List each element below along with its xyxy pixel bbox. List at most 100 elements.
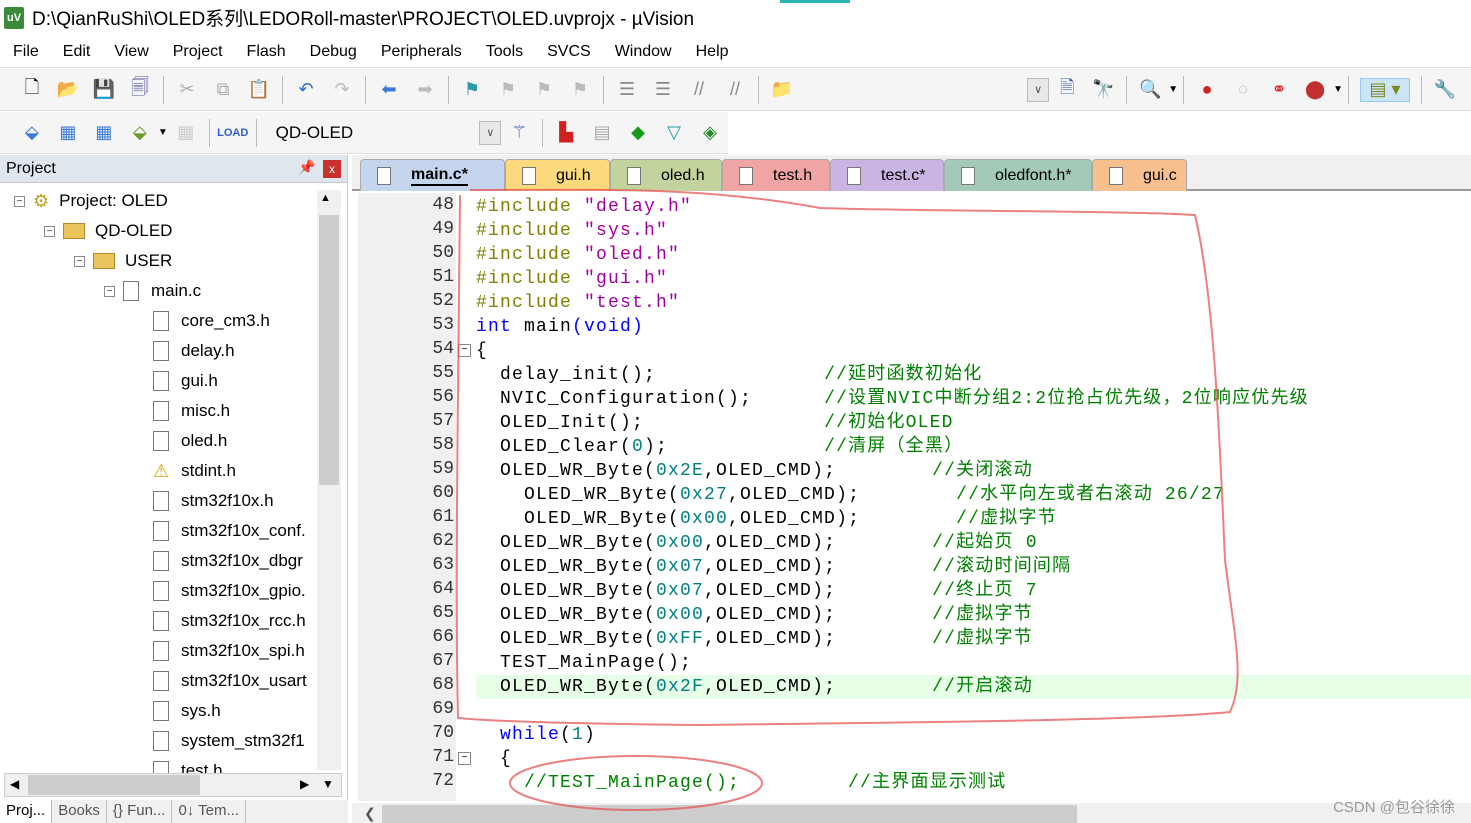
rebuild-icon[interactable]: ▦ xyxy=(92,121,116,145)
menu-edit[interactable]: Edit xyxy=(50,43,102,61)
tree-item[interactable]: gui.h xyxy=(153,366,218,396)
disable-all-breakpoints-icon[interactable]: ⚭ xyxy=(1267,78,1291,102)
bookmark-icon[interactable]: ⚑ xyxy=(460,78,484,102)
tree-item[interactable]: core_cm3.h xyxy=(153,306,270,336)
unindent-icon[interactable]: ☰ xyxy=(651,78,675,102)
code-line[interactable]: #include "delay.h" xyxy=(476,195,692,219)
tree-item[interactable]: ⚠ stdint.h xyxy=(153,456,236,486)
navigate-forward-icon[interactable]: ➡ xyxy=(413,78,437,102)
find-icon[interactable]: 🔭 xyxy=(1091,78,1115,102)
code-line[interactable]: #include "sys.h" xyxy=(476,219,668,243)
tree-vertical-scroll-thumb[interactable] xyxy=(319,215,339,485)
tree-item[interactable]: − main.c xyxy=(104,276,201,306)
clear-bookmarks-icon[interactable]: ⚑ xyxy=(568,78,592,102)
code-line[interactable]: TEST_MainPage(); xyxy=(476,651,692,675)
tree-item[interactable]: stm32f10x_usart xyxy=(153,666,307,696)
collapse-icon[interactable]: − xyxy=(104,285,115,297)
prev-bookmark-icon[interactable]: ⚑ xyxy=(496,78,520,102)
tree-item[interactable]: − ⚙ Project: OLED xyxy=(14,186,168,216)
code-line[interactable]: NVIC_Configuration(); //设置NVIC中断分组2:2位抢占… xyxy=(476,387,1309,411)
save-all-icon[interactable]: 🗐 xyxy=(128,77,152,102)
tree-item[interactable]: system_stm32f1 xyxy=(153,726,305,756)
file-extensions-icon[interactable]: ▙ xyxy=(554,121,578,145)
close-panel-button[interactable]: x xyxy=(323,160,341,178)
tab-test-c-[interactable]: test.c* xyxy=(830,159,944,191)
collapse-icon[interactable]: − xyxy=(14,195,25,207)
tree-horizontal-scroll-thumb[interactable] xyxy=(28,775,200,795)
next-bookmark-icon[interactable]: ⚑ xyxy=(532,78,556,102)
code-line[interactable]: OLED_WR_Byte(0x00,OLED_CMD); //起始页 0 xyxy=(476,531,1038,555)
download-load-icon[interactable]: LOAD xyxy=(217,121,248,145)
debug-session-icon[interactable]: 🔍 xyxy=(1138,78,1162,102)
tree-item[interactable]: delay.h xyxy=(153,336,235,366)
code-line[interactable]: #include "oled.h" xyxy=(476,243,680,267)
comment-icon[interactable]: // xyxy=(687,78,711,102)
collapse-icon[interactable]: − xyxy=(44,225,55,237)
uncomment-icon[interactable]: // xyxy=(723,78,747,102)
tree-item[interactable]: stm32f10x_gpio. xyxy=(153,576,306,606)
panel-tab[interactable]: {} Fun... xyxy=(107,800,173,823)
tree-item[interactable]: − QD-OLED xyxy=(44,216,172,246)
configure-icon[interactable]: 🔧 xyxy=(1433,78,1457,102)
fold-toggle-icon[interactable]: − xyxy=(458,752,471,765)
new-file-icon[interactable]: 🗋 xyxy=(20,77,44,102)
menu-window[interactable]: Window xyxy=(602,43,683,61)
target-dropdown[interactable]: ∨ xyxy=(479,120,502,145)
panel-tab[interactable]: Books xyxy=(52,800,107,823)
redo-icon[interactable]: ↷ xyxy=(330,78,354,102)
code-line[interactable]: while(1) xyxy=(476,723,596,747)
editor-horizontal-scroll-thumb[interactable] xyxy=(382,805,1077,823)
code-line[interactable]: OLED_WR_Byte(0x27,OLED_CMD); //水平向左或者右滚动… xyxy=(476,483,1225,507)
manage-multi-project-icon[interactable]: ▤ xyxy=(590,121,614,145)
code-line[interactable]: int main(void) xyxy=(476,315,644,339)
tab-oled-h[interactable]: oled.h xyxy=(610,159,722,191)
tree-item[interactable]: − USER xyxy=(74,246,172,276)
stop-build-icon[interactable]: ▦ xyxy=(174,121,198,145)
tab-gui-c[interactable]: gui.c xyxy=(1092,159,1187,191)
tree-item[interactable]: oled.h xyxy=(153,426,227,456)
target-select[interactable]: QD-OLED xyxy=(270,119,480,147)
menu-peripherals[interactable]: Peripherals xyxy=(368,43,473,61)
tree-item[interactable]: stm32f10x_dbgr xyxy=(153,546,303,576)
tab-test-h[interactable]: test.h xyxy=(722,159,830,191)
panel-tab[interactable]: Proj... xyxy=(0,800,53,823)
find-dropdown[interactable]: ∨ xyxy=(1027,77,1050,102)
menu-svcs[interactable]: SVCS xyxy=(534,43,602,61)
open-folder-icon[interactable]: 📂 xyxy=(56,78,80,102)
translate-icon[interactable]: ⬙ xyxy=(20,121,44,145)
tab-oledfont-h-[interactable]: oledfont.h* xyxy=(944,159,1092,191)
pin-icon[interactable]: 📌 xyxy=(298,159,315,176)
fold-toggle-icon[interactable]: − xyxy=(458,344,471,357)
code-line[interactable]: #include "test.h" xyxy=(476,291,680,315)
scroll-left-icon[interactable]: ◀ xyxy=(10,777,19,791)
find-in-files-icon[interactable]: 📁 xyxy=(770,78,794,102)
panel-tab[interactable]: 0↓ Tem... xyxy=(172,800,247,823)
tab-main-c-[interactable]: main.c* xyxy=(360,159,505,191)
code-line[interactable]: { xyxy=(476,747,512,771)
build-icon[interactable]: ▦ xyxy=(56,121,80,145)
cut-icon[interactable]: ✂ xyxy=(175,78,199,102)
code-line[interactable]: OLED_WR_Byte(0x2E,OLED_CMD); //关闭滚动 xyxy=(476,459,1033,483)
navigate-back-icon[interactable]: ⬅ xyxy=(377,78,401,102)
menu-view[interactable]: View xyxy=(101,43,159,61)
disable-breakpoint-icon[interactable]: ○ xyxy=(1231,78,1255,102)
code-line[interactable]: OLED_WR_Byte(0xFF,OLED_CMD); //虚拟字节 xyxy=(476,627,1033,651)
save-icon[interactable]: 💾 xyxy=(92,78,116,102)
undo-icon[interactable]: ↶ xyxy=(294,78,318,102)
menu-help[interactable]: Help xyxy=(683,43,740,61)
code-line[interactable]: delay_init(); //延时函数初始化 xyxy=(476,363,982,387)
code-line[interactable]: OLED_WR_Byte(0x00,OLED_CMD); //虚拟字节 xyxy=(476,603,1033,627)
indent-icon[interactable]: ☰ xyxy=(615,78,639,102)
code-line[interactable]: OLED_WR_Byte(0x07,OLED_CMD); //终止页 7 xyxy=(476,579,1038,603)
code-line[interactable]: OLED_WR_Byte(0x2F,OLED_CMD); //开启滚动 xyxy=(476,675,1471,699)
code-line[interactable]: { xyxy=(476,339,488,363)
manage-run-time-env-icon[interactable]: ◆ xyxy=(626,121,650,145)
kill-breakpoints-icon[interactable]: ⬤ xyxy=(1303,78,1327,102)
scroll-right-icon[interactable]: ▶ xyxy=(300,777,309,791)
menu-project[interactable]: Project xyxy=(160,43,234,61)
batch-build-icon[interactable]: ⬙ xyxy=(128,121,152,145)
tree-item[interactable]: stm32f10x_spi.h xyxy=(153,636,305,666)
collapse-icon[interactable]: − xyxy=(74,255,85,267)
tree-item[interactable]: stm32f10x.h xyxy=(153,486,274,516)
code-line[interactable]: OLED_WR_Byte(0x07,OLED_CMD); //滚动时间间隔 xyxy=(476,555,1071,579)
